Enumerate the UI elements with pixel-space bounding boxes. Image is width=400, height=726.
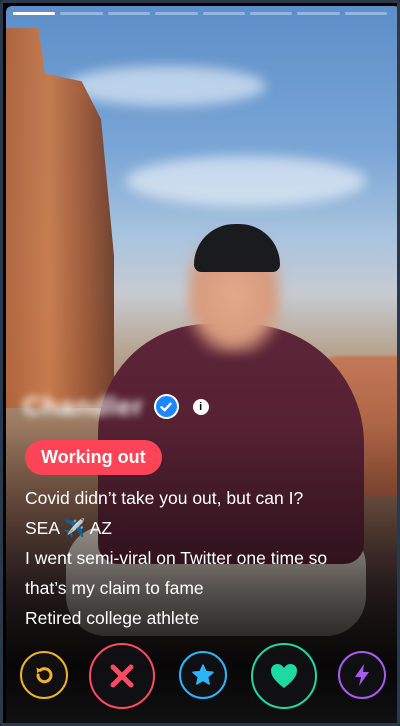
heart-icon — [271, 664, 297, 688]
name-row: Chandler i — [23, 391, 209, 422]
photo-progress-segment[interactable] — [107, 12, 151, 15]
profile-card[interactable]: Chandler i Working out Covid didn’t take… — [0, 0, 400, 726]
profile-bio: Covid didn’t take you out, but can I? SE… — [25, 483, 385, 633]
info-icon[interactable]: i — [192, 398, 209, 415]
nope-button[interactable] — [89, 643, 155, 709]
photo-progress-segment[interactable] — [297, 12, 340, 15]
cloud — [126, 156, 366, 206]
interest-tag: Working out — [25, 440, 162, 475]
verified-check-icon[interactable] — [153, 394, 179, 419]
bio-line: SEA ✈️ AZ — [25, 518, 112, 538]
photo-progress-segment[interactable] — [13, 12, 56, 15]
star-icon — [192, 664, 214, 685]
photo-progress-segment[interactable] — [249, 12, 293, 15]
superlike-button[interactable] — [179, 651, 227, 699]
bio-line: Covid didn’t take you out, but can I? — [25, 488, 304, 508]
like-button[interactable] — [251, 643, 317, 709]
photo-progress-segment[interactable] — [155, 12, 198, 15]
cloud — [66, 66, 266, 106]
lightning-bolt-icon — [355, 664, 369, 686]
photo-progress-segment[interactable] — [344, 12, 387, 15]
x-icon — [110, 664, 134, 688]
baseball-cap — [194, 224, 280, 272]
photo-progress-segment[interactable] — [202, 12, 245, 15]
bio-line: Retired college athlete — [25, 608, 200, 628]
photo-progress — [13, 12, 387, 15]
action-bar — [3, 643, 397, 709]
boost-button[interactable] — [338, 651, 386, 699]
bio-line: that’s my claim to fame — [25, 578, 204, 598]
profile-name: Chandler — [23, 391, 144, 421]
rewind-icon — [36, 667, 53, 684]
bio-line: I went semi-viral on Twitter one time so — [25, 548, 328, 568]
photo-progress-segment[interactable] — [60, 12, 103, 15]
rewind-button[interactable] — [20, 651, 68, 699]
